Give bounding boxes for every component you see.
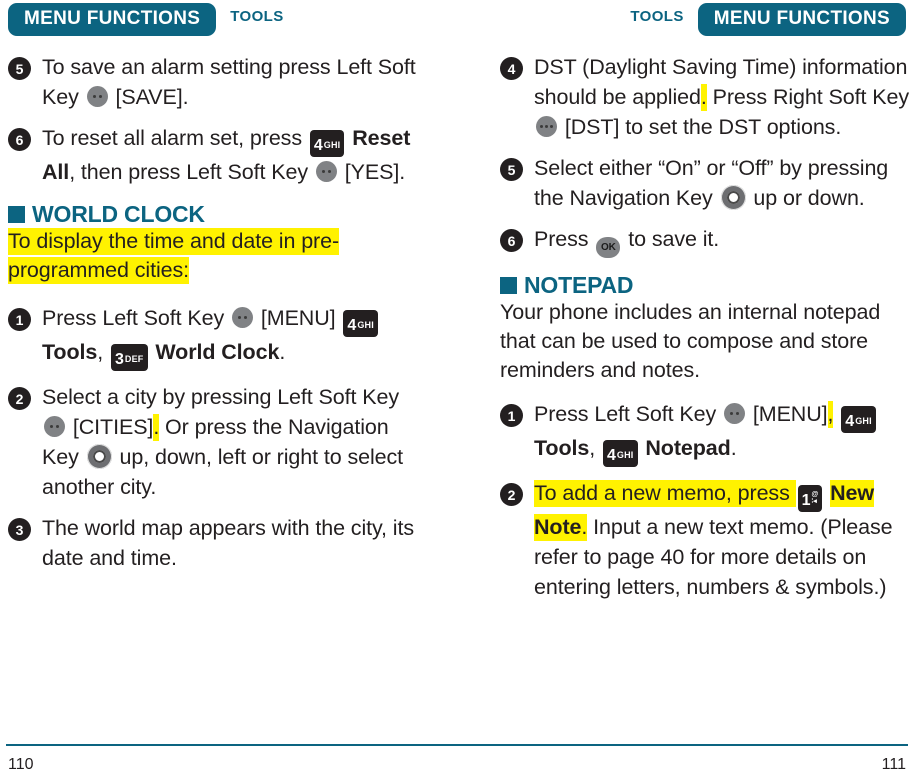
header-right-chapter: TOOLS xyxy=(630,7,684,25)
header-left-pill: MENU FUNCTIONS xyxy=(8,2,217,36)
numbered-step: 2 Select a city by pressing Left Soft Key… xyxy=(8,382,420,502)
left-steps-top: 5 To save an alarm setting press Left Sof… xyxy=(8,52,420,187)
num-key-4-icon: 4GHI xyxy=(841,406,876,433)
navigation-key-icon xyxy=(86,444,112,469)
emphasis-text: Tools xyxy=(534,436,590,460)
body-text: To add a new memo, press xyxy=(534,480,796,507)
right-section-steps: 1 Press Left Soft Key [MENU], 4GHI Tools,… xyxy=(500,399,912,602)
section-intro-world-clock: To display the time and date in pre-prog… xyxy=(8,227,420,285)
body-text: [CITIES] xyxy=(67,415,154,439)
body-text: Press Right Soft Key xyxy=(706,85,909,109)
section-intro-notepad: Your phone includes an internal notepad … xyxy=(500,298,912,385)
step-number-badge: 1 xyxy=(500,404,523,427)
step-text: Press OK to save it. xyxy=(534,224,719,258)
step-number-badge: 6 xyxy=(8,128,31,151)
section-title: NOTEPAD xyxy=(524,272,634,298)
left-soft-key-icon xyxy=(724,403,746,424)
ok-key-icon: OK xyxy=(596,237,621,258)
body-text: [MENU] xyxy=(255,306,342,330)
step-text: The world map appears with the city, its… xyxy=(42,513,420,573)
step-text: Select either “On” or “Off” by pressing … xyxy=(534,153,912,213)
left-soft-key-icon xyxy=(232,307,254,328)
body-text: The world map appears with the city, its… xyxy=(42,516,415,570)
body-text: Select a city by pressing Left Soft Key xyxy=(42,385,400,409)
step-text: To save an alarm setting press Left Soft… xyxy=(42,52,420,112)
page-number-left: 110 xyxy=(8,756,34,773)
num-key-3-icon: 3DEF xyxy=(110,344,148,371)
left-column: 5 To save an alarm setting press Left Sof… xyxy=(8,52,420,584)
emphasis-text: Notepad xyxy=(645,436,731,460)
left-section-steps: 1 Press Left Soft Key [MENU] 4GHI Tools, … xyxy=(8,303,420,573)
right-soft-key-icon xyxy=(536,116,557,137)
section-square-icon xyxy=(500,277,517,294)
header-right-pill: MENU FUNCTIONS xyxy=(697,2,906,36)
section-title: WORLD CLOCK xyxy=(32,201,205,227)
numbered-step: 6 Press OK to save it. xyxy=(500,224,912,258)
body-text: Press xyxy=(534,227,595,251)
body-text: , xyxy=(97,340,109,364)
left-soft-key-icon xyxy=(315,161,337,182)
body-text: , xyxy=(589,436,601,460)
step-number-badge: 6 xyxy=(500,229,523,252)
num-key-4-icon: 4GHI xyxy=(309,130,345,157)
num-key-1-icon: 1 @ ∶◂ xyxy=(797,485,823,512)
body-text: to save it. xyxy=(622,227,720,251)
section-heading-notepad: NOTEPAD xyxy=(500,274,912,297)
body-text: Input a new text memo. (Please refer to … xyxy=(534,515,893,599)
step-number-badge: 5 xyxy=(8,57,31,80)
navigation-key-icon xyxy=(720,185,746,210)
step-text: Press Left Soft Key [MENU], 4GHI Tools, … xyxy=(534,399,912,467)
numbered-step: 1 Press Left Soft Key [MENU] 4GHI Tools, … xyxy=(8,303,420,371)
body-text: [MENU] xyxy=(747,402,828,426)
numbered-step: 2 To add a new memo, press 1 @ ∶◂ New Note.… xyxy=(500,478,912,602)
numbered-step: 5 Select either “On” or “Off” by pressing… xyxy=(500,153,912,213)
header-right: TOOLS MENU FUNCTIONS xyxy=(630,0,906,38)
body-text: . xyxy=(730,436,737,460)
numbered-step: 3 The world map appears with the city, it… xyxy=(8,513,420,573)
header-left-chapter: TOOLS xyxy=(230,7,284,25)
footer-rule xyxy=(6,744,908,746)
body-text: To reset all alarm set, press xyxy=(42,126,308,150)
body-text: [SAVE]. xyxy=(109,85,189,109)
step-number-badge: 4 xyxy=(500,57,523,80)
header-left: MENU FUNCTIONS TOOLS xyxy=(8,0,284,38)
emphasis-text: Tools xyxy=(42,340,98,364)
intro-text: Your phone includes an internal notepad … xyxy=(500,300,881,382)
numbered-step: 6 To reset all alarm set, press 4GHI Rese… xyxy=(8,123,420,187)
step-number-badge: 2 xyxy=(8,387,31,410)
step-text: DST (Daylight Saving Time) information s… xyxy=(534,52,912,142)
manual-page-spread: MENU FUNCTIONS TOOLS TOOLS MENU FUNCTION… xyxy=(0,0,914,782)
section-heading-world-clock: WORLD CLOCK xyxy=(8,203,420,226)
right-column: 4 DST (Daylight Saving Time) information … xyxy=(500,52,912,613)
body-text: [YES]. xyxy=(338,160,406,184)
num-key-4-icon: 4GHI xyxy=(602,440,638,467)
body-text xyxy=(833,402,839,426)
num-key-4-icon: 4GHI xyxy=(343,310,378,337)
step-text: To reset all alarm set, press 4GHI Reset… xyxy=(42,123,420,187)
body-text: [DST] to set the DST options. xyxy=(559,115,842,139)
step-number-badge: 3 xyxy=(8,518,31,541)
numbered-step: 1 Press Left Soft Key [MENU], 4GHI Tools,… xyxy=(500,399,912,467)
right-steps-top: 4 DST (Daylight Saving Time) information … xyxy=(500,52,912,258)
page-number-right: 111 xyxy=(881,756,906,773)
emphasis-text: World Clock xyxy=(155,340,280,364)
numbered-step: 5 To save an alarm setting press Left Sof… xyxy=(8,52,420,112)
body-text: , then press Left Soft Key xyxy=(69,160,314,184)
body-text: Press Left Soft Key xyxy=(534,402,723,426)
step-text: To add a new memo, press 1 @ ∶◂ New Note. … xyxy=(534,478,912,602)
numbered-step: 4 DST (Daylight Saving Time) information … xyxy=(500,52,912,142)
step-text: Press Left Soft Key [MENU] 4GHI Tools, 3… xyxy=(42,303,420,371)
body-text: . xyxy=(279,340,286,364)
left-soft-key-icon xyxy=(44,416,65,437)
intro-text: To display the time and date in pre-prog… xyxy=(8,228,340,284)
step-number-badge: 1 xyxy=(8,308,31,331)
step-text: Select a city by pressing Left Soft Key … xyxy=(42,382,420,502)
section-square-icon xyxy=(8,206,25,223)
step-number-badge: 5 xyxy=(500,158,523,181)
body-text: Press Left Soft Key xyxy=(42,306,231,330)
step-number-badge: 2 xyxy=(500,483,523,506)
body-text: up or down. xyxy=(747,186,865,210)
left-soft-key-icon xyxy=(86,86,108,107)
